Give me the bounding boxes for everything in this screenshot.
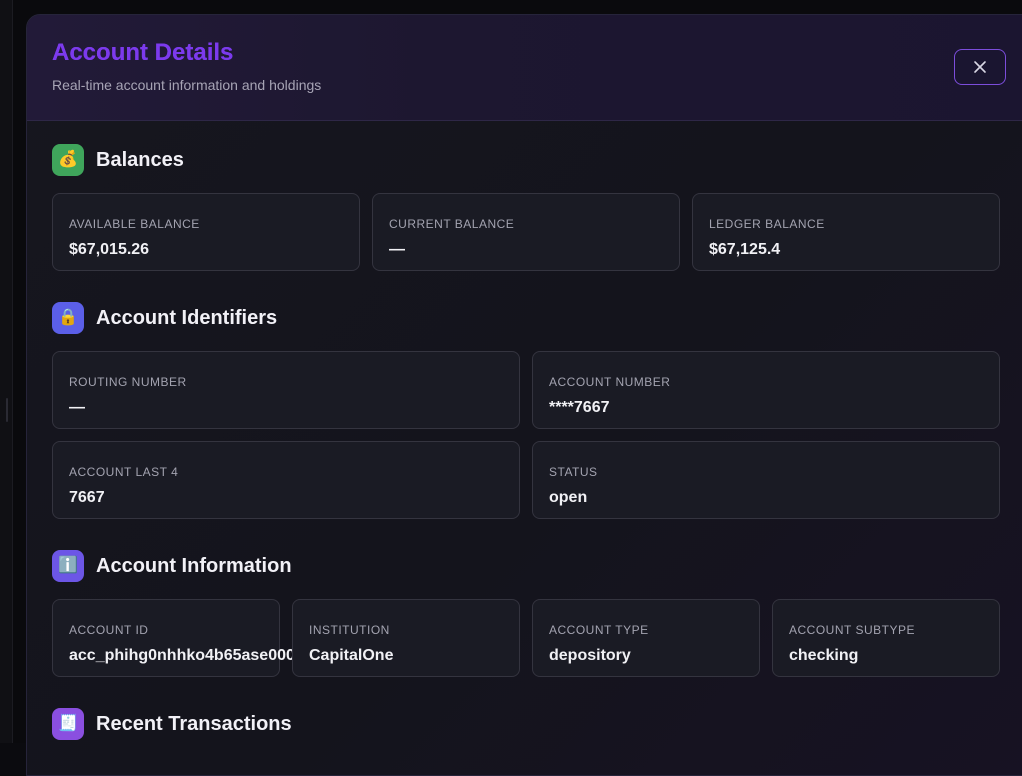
section-header-balances: 💰 Balances <box>52 144 184 176</box>
card-routing-number: ROUTING NUMBER — <box>52 351 520 429</box>
section-title-transactions: Recent Transactions <box>96 712 292 735</box>
card-label: ACCOUNT NUMBER <box>549 375 671 389</box>
section-header-identifiers: 🔒 Account Identifiers <box>52 302 277 334</box>
section-title-information: Account Information <box>96 554 292 577</box>
section-header-information: ℹ️ Account Information <box>52 550 292 582</box>
card-label: ROUTING NUMBER <box>69 375 187 389</box>
section-title-balances: Balances <box>96 148 184 171</box>
card-label: ACCOUNT TYPE <box>549 623 649 637</box>
card-current-balance: CURRENT BALANCE — <box>372 193 680 271</box>
card-value: $67,125.4 <box>709 241 781 258</box>
card-label: ACCOUNT ID <box>69 623 149 637</box>
info-icon: ℹ️ <box>52 550 84 582</box>
card-institution: INSTITUTION CapitalOne <box>292 599 520 677</box>
background-panel-edge <box>0 0 13 743</box>
modal-title: Account Details <box>52 39 234 66</box>
money-bag-icon: 💰 <box>52 144 84 176</box>
lock-icon: 🔒 <box>52 302 84 334</box>
card-ledger-balance: LEDGER BALANCE $67,125.4 <box>692 193 1000 271</box>
card-value: acc_phihg0nhhko4b65ase000 <box>69 647 295 664</box>
card-account-subtype: ACCOUNT SUBTYPE checking <box>772 599 1000 677</box>
section-title-identifiers: Account Identifiers <box>96 306 278 329</box>
card-value: — <box>389 241 405 258</box>
card-value: ****7667 <box>549 399 610 416</box>
card-value: depository <box>549 647 631 664</box>
card-label: CURRENT BALANCE <box>389 217 515 231</box>
card-value: open <box>549 489 588 506</box>
card-label: ACCOUNT SUBTYPE <box>789 623 915 637</box>
resize-handle[interactable] <box>6 398 8 422</box>
card-label: AVAILABLE BALANCE <box>69 217 200 231</box>
card-account-type: ACCOUNT TYPE depository <box>532 599 760 677</box>
card-label: ACCOUNT LAST 4 <box>69 465 179 479</box>
card-account-id: ACCOUNT ID acc_phihg0nhhko4b65ase000 <box>52 599 295 677</box>
card-value: checking <box>789 647 859 664</box>
card-label: STATUS <box>549 465 598 479</box>
card-account-number: ACCOUNT NUMBER ****7667 <box>532 351 1000 429</box>
card-value: 7667 <box>69 489 105 506</box>
section-header-transactions: 🧾 Recent Transactions <box>52 708 292 740</box>
card-value: $67,015.26 <box>69 241 150 258</box>
card-label: LEDGER BALANCE <box>709 217 825 231</box>
account-details-modal: Account Details Real-time account inform… <box>26 14 1022 776</box>
card-available-balance: AVAILABLE BALANCE $67,015.26 <box>52 193 360 271</box>
receipt-icon: 🧾 <box>52 708 84 740</box>
card-value: CapitalOne <box>309 647 394 664</box>
card-status: STATUS open <box>532 441 1000 519</box>
card-account-last-4: ACCOUNT LAST 4 7667 <box>52 441 520 519</box>
card-label: INSTITUTION <box>309 623 390 637</box>
close-button[interactable] <box>954 49 1006 85</box>
card-value: — <box>69 399 85 416</box>
modal-subtitle: Real-time account information and holdin… <box>52 77 322 93</box>
close-icon <box>974 61 986 73</box>
modal-header: Account Details Real-time account inform… <box>27 15 1022 121</box>
